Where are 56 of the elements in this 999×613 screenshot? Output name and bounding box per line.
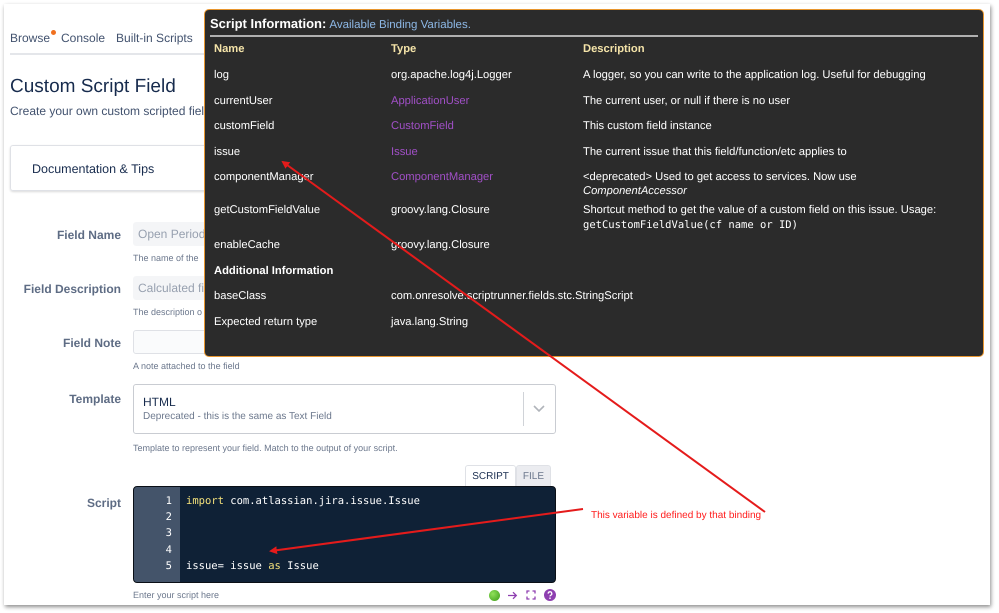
info-name: Expected return type bbox=[214, 316, 318, 328]
popup-title: Script Information: bbox=[210, 16, 326, 31]
popup-subtitle: Available Binding Variables. bbox=[329, 19, 471, 31]
variable-description: This custom field instance bbox=[583, 120, 712, 132]
line-number: 2 bbox=[164, 510, 173, 526]
line-number: 4 bbox=[164, 542, 173, 558]
annotation-text: This variable is defined by that binding bbox=[591, 510, 762, 521]
column-header: Name bbox=[214, 43, 244, 55]
code-line: import com.atlassian.jira.issue.Issue bbox=[186, 495, 420, 507]
variable-name: currentUser bbox=[214, 94, 272, 106]
field-label: Field Note bbox=[62, 336, 121, 350]
variable-name: customField bbox=[214, 120, 274, 132]
status-dot-icon bbox=[489, 590, 500, 600]
arrow-right-icon[interactable] bbox=[508, 590, 518, 600]
code-line: issue= issue as Issue bbox=[186, 560, 319, 572]
field-label: Script bbox=[86, 496, 121, 510]
variable-name: enableCache bbox=[214, 239, 280, 251]
code-editor[interactable]: 1 2 3 4 5 import com.atlassian.jira.issue.Issue issue= issue as Issue bbox=[133, 486, 556, 583]
field-help-text: The description o bbox=[133, 306, 202, 318]
template-select[interactable]: HTML Deprecated - this is the same as Text Field bbox=[133, 384, 556, 434]
editor-tab[interactable]: FILE bbox=[516, 465, 551, 486]
nav-tab[interactable]: Built-in Scripts bbox=[116, 29, 193, 53]
field-help-text: A note attached to the field bbox=[133, 360, 240, 372]
variable-name: log bbox=[214, 69, 229, 81]
variable-description: The current issue that this field/function/etc applies to bbox=[583, 146, 847, 158]
type-name: groovy.lang.Closure bbox=[391, 204, 490, 216]
info-value: java.lang.String bbox=[391, 316, 468, 328]
field-label: Field Description bbox=[24, 282, 121, 296]
variable-description: A logger, so you can write to the application log. Useful for debugging bbox=[583, 69, 926, 81]
page-title: Custom Script Field bbox=[10, 75, 176, 99]
line-number: 5 bbox=[164, 558, 173, 574]
line-number: 3 bbox=[164, 526, 173, 542]
column-header: Description bbox=[583, 43, 645, 55]
page-subtitle: Create your own custom scripted fiel bbox=[10, 103, 204, 119]
column-header: Type bbox=[391, 43, 416, 55]
variable-description: Shortcut method to get the value of a custom field on this issue. Usage: bbox=[583, 204, 936, 216]
field-help-text: Enter your script here bbox=[133, 589, 220, 601]
help-icon[interactable] bbox=[544, 589, 556, 601]
variable-name: getCustomFieldValue bbox=[214, 204, 320, 216]
chevron-icon bbox=[533, 405, 545, 413]
nav-tab[interactable]: Browse bbox=[10, 29, 50, 53]
code-snippet: getCustomFieldValue(cf name or ID) bbox=[583, 218, 799, 233]
variable-name: issue bbox=[214, 146, 240, 158]
variable-description: The current user, or null if there is no user bbox=[583, 94, 790, 106]
section-heading: Additional Information bbox=[214, 264, 334, 278]
field-label: Field Name bbox=[56, 228, 121, 242]
nav-tab[interactable]: Console bbox=[61, 29, 106, 53]
line-number: 1 bbox=[164, 494, 173, 509]
variable-description: <deprecated> Used to get access to services. Now use ComponentAccessor bbox=[583, 171, 857, 197]
info-name: baseClass bbox=[214, 290, 266, 302]
field-label: Template bbox=[69, 392, 121, 406]
fullscreen-icon[interactable] bbox=[526, 590, 536, 600]
type-name: org.apache.log4j.Logger bbox=[391, 69, 512, 81]
field-help-text: Template to represent your field. Match to the output of your script. bbox=[133, 442, 398, 454]
field-help-text: The name of the bbox=[133, 252, 199, 264]
editor-tab[interactable]: SCRIPT bbox=[465, 465, 516, 486]
